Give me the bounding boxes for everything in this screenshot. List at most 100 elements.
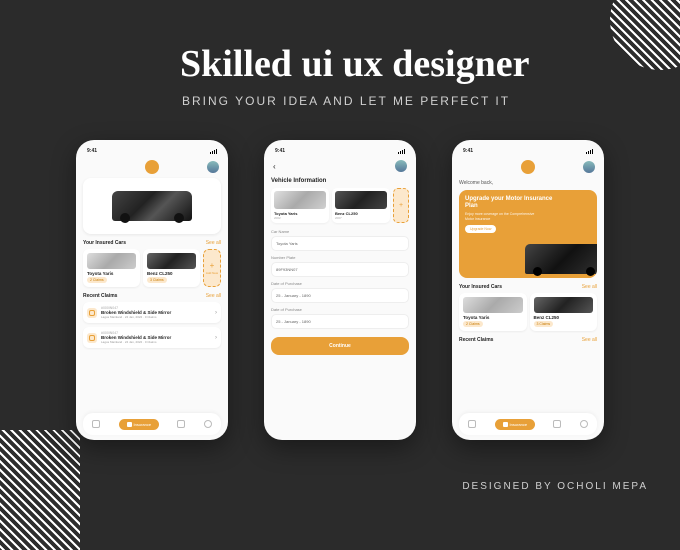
- plus-icon: +: [210, 262, 215, 270]
- nav-home-icon[interactable]: [92, 420, 100, 428]
- date-purchase-input-2[interactable]: 25 - January - 1890: [271, 314, 409, 329]
- top-bar: [459, 158, 597, 178]
- signal-icon: [398, 148, 405, 154]
- vehicle-card-1[interactable]: Toyota Yaris 2002: [271, 188, 329, 223]
- top-bar: ‹: [271, 158, 409, 176]
- cars-row: Toyota Yaris 2 Claims Benz CL250 3 Claim…: [83, 249, 221, 287]
- page-title: Vehicle Information: [271, 178, 409, 184]
- phone-mockup-1: 9:41 Your Insured Cars See all Toyota Ya…: [76, 140, 228, 440]
- phone-mockup-3: 9:41 Welcome back, Upgrade your Motor In…: [452, 140, 604, 440]
- credit-line: DESIGNED BY OCHOLI MEPA: [462, 481, 648, 492]
- car-name-input[interactable]: Toyota Yaris: [271, 236, 409, 251]
- app-logo[interactable]: [521, 160, 535, 174]
- claim-meta: Lagos Mainland · 24 Jan, 2022 · 0 Claims: [101, 340, 211, 344]
- subheadline: BRING YOUR IDEA AND LET ME PERFECT IT: [182, 94, 510, 108]
- claims-badge: 3 Claims: [534, 321, 554, 327]
- welcome-text: Welcome back,: [459, 180, 597, 186]
- see-all-link[interactable]: See all: [582, 337, 597, 343]
- section-header-claims: Recent Claims See all: [83, 293, 221, 299]
- car-card-2[interactable]: Benz CL250 3 Claims: [530, 293, 598, 331]
- cars-row: Toyota Yaris 2 Claims Benz CL250 3 Claim…: [459, 293, 597, 331]
- section-title: Recent Claims: [459, 337, 493, 343]
- claims-badge: 3 Claims: [147, 277, 167, 283]
- hero-car-card[interactable]: [83, 178, 221, 234]
- vehicle-card-2[interactable]: Benz CL250 2007: [332, 188, 390, 223]
- status-bar: 9:41: [271, 146, 409, 158]
- claims-badge: 2 Claims: [87, 277, 107, 283]
- add-car-button[interactable]: + Add New: [203, 249, 221, 287]
- section-title: Your Insured Cars: [459, 284, 502, 290]
- car-thumb: [463, 297, 523, 313]
- car-card-1[interactable]: Toyota Yaris 2 Claims: [83, 249, 140, 287]
- phone-mockup-2: 9:41 ‹ Vehicle Information Toyota Yaris …: [264, 140, 416, 440]
- field-label-dop: Date of Purchase: [271, 281, 409, 286]
- phone-mockups-row: 9:41 Your Insured Cars See all Toyota Ya…: [0, 140, 680, 440]
- promo-title: Upgrade your Motor Insurance Plan: [465, 196, 553, 210]
- car-name: Toyota Yaris: [463, 315, 523, 320]
- bottom-nav: Insurance: [83, 413, 221, 435]
- nav-insurance-active[interactable]: Insurance: [495, 419, 536, 430]
- field-label-dop2: Date of Purchase: [271, 307, 409, 312]
- car-thumb: [87, 253, 136, 269]
- bottom-nav: Insurance: [459, 413, 597, 435]
- status-bar: 9:41: [83, 146, 221, 158]
- headline: Skilled ui ux designer: [180, 42, 529, 86]
- car-thumb: [147, 253, 196, 269]
- field-label-car: Car Name: [271, 229, 409, 234]
- add-vehicle-button[interactable]: +: [393, 188, 409, 223]
- nav-help-icon[interactable]: [580, 420, 588, 428]
- car-name: Toyota Yaris: [87, 271, 136, 276]
- see-all-link[interactable]: See all: [206, 240, 221, 246]
- promo-desc: Enjoy more coverage on the Comprehensive…: [465, 212, 541, 221]
- chevron-right-icon: ›: [215, 310, 217, 316]
- nav-home-icon[interactable]: [468, 420, 476, 428]
- nav-insurance-active[interactable]: Insurance: [119, 419, 160, 430]
- car-card-1[interactable]: Toyota Yaris 2 Claims: [459, 293, 527, 331]
- decoration-stripes-bl: [0, 430, 80, 550]
- car-thumb: [534, 297, 594, 313]
- nav-label: Insurance: [134, 422, 152, 427]
- user-avatar[interactable]: [207, 161, 219, 173]
- car-card-2[interactable]: Benz CL250 3 Claims: [143, 249, 200, 287]
- vehicle-year: 2007: [335, 216, 387, 220]
- section-header-cars: Your Insured Cars See all: [459, 284, 597, 290]
- status-bar: 9:41: [459, 146, 597, 158]
- see-all-link[interactable]: See all: [582, 284, 597, 290]
- claim-icon: [87, 308, 97, 318]
- nav-help-icon[interactable]: [204, 420, 212, 428]
- signal-icon: [210, 148, 217, 154]
- promo-banner[interactable]: Upgrade your Motor Insurance Plan Enjoy …: [459, 190, 597, 278]
- signal-icon: [586, 148, 593, 154]
- user-avatar[interactable]: [395, 160, 407, 172]
- decoration-stripes-tr: [610, 0, 680, 70]
- promo-car-image: [525, 244, 597, 274]
- nav-grid-icon[interactable]: [553, 420, 561, 428]
- top-bar: [83, 158, 221, 178]
- status-time: 9:41: [87, 148, 97, 154]
- app-logo[interactable]: [145, 160, 159, 174]
- nav-grid-icon[interactable]: [177, 420, 185, 428]
- claim-card[interactable]: #000IN047 Broken Windshield & Side Mirro…: [83, 302, 221, 323]
- car-image: [112, 191, 192, 221]
- upgrade-button[interactable]: Upgrade Now: [465, 225, 496, 233]
- field-label-plate: Number Plate: [271, 255, 409, 260]
- nav-label: Insurance: [510, 422, 528, 427]
- chevron-right-icon: ›: [215, 335, 217, 341]
- claim-meta: Lagos Mainland · 24 Jan, 2022 · 0 Claims: [101, 315, 211, 319]
- car-name: Benz CL250: [534, 315, 594, 320]
- section-header-cars: Your Insured Cars See all: [83, 240, 221, 246]
- date-purchase-input[interactable]: 25 - January - 1890: [271, 288, 409, 303]
- see-all-link[interactable]: See all: [206, 293, 221, 299]
- vehicle-thumb: [335, 191, 387, 209]
- section-header-claims: Recent Claims See all: [459, 337, 597, 343]
- add-label: Add New: [206, 271, 218, 275]
- back-arrow-icon[interactable]: ‹: [273, 162, 276, 171]
- vehicle-thumb: [274, 191, 326, 209]
- vehicles-row: Toyota Yaris 2002 Benz CL250 2007 +: [271, 188, 409, 223]
- user-avatar[interactable]: [583, 161, 595, 173]
- vehicle-year: 2002: [274, 216, 326, 220]
- claim-card[interactable]: #000IN047 Broken Windshield & Side Mirro…: [83, 327, 221, 348]
- status-time: 9:41: [275, 148, 285, 154]
- number-plate-input[interactable]: 89F93NN07: [271, 262, 409, 277]
- continue-button[interactable]: Continue: [271, 337, 409, 355]
